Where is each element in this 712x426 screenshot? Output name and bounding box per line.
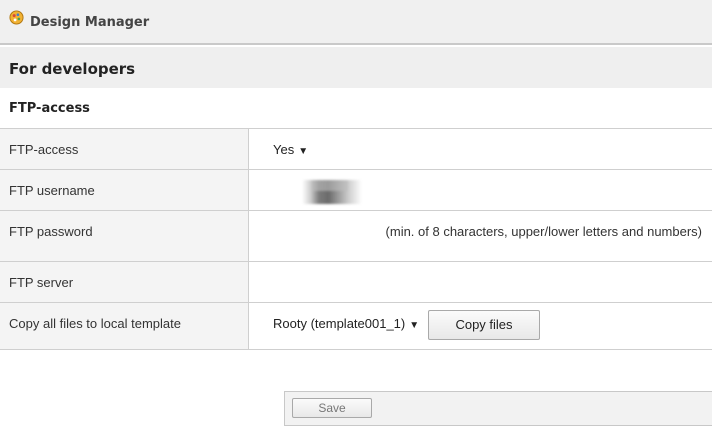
row-copy-files: Copy all files to local template Rooty (… <box>0 302 712 350</box>
triangle-down-icon: ▼ <box>409 320 420 331</box>
ftp-server-label: FTP server <box>9 275 74 290</box>
subsection-title: FTP-access <box>9 101 90 116</box>
template-select[interactable]: Rooty (template001_1) ▼ <box>273 316 419 331</box>
triangle-down-icon: ▼ <box>298 146 309 157</box>
copy-files-label: Copy all files to local template <box>9 316 181 331</box>
row-value-cell[interactable]: (min. of 8 characters, upper/lower lette… <box>250 211 712 261</box>
template-select-value: Rooty (template001_1) <box>273 316 406 331</box>
row-label-cell: Copy all files to local template <box>0 303 249 349</box>
password-hint: (min. of 8 characters, upper/lower lette… <box>385 224 702 239</box>
row-ftp-server: FTP server <box>0 261 712 302</box>
app-title: Design Manager <box>30 15 150 30</box>
section-header: For developers <box>0 47 712 88</box>
row-label-cell: FTP-access <box>0 129 249 169</box>
ftp-access-select[interactable]: Yes ▼ <box>273 142 308 157</box>
ftp-username-redacted <box>302 180 362 204</box>
section-title: For developers <box>9 60 136 78</box>
ftp-username-label: FTP username <box>9 183 95 198</box>
ftp-access-label: FTP-access <box>9 142 79 157</box>
row-ftp-username: FTP username <box>0 169 712 210</box>
row-ftp-access: FTP-access Yes ▼ <box>0 128 712 169</box>
app-titlebar: Design Manager <box>0 0 712 45</box>
palette-logo-icon <box>9 10 24 25</box>
ftp-password-label: FTP password <box>9 224 93 239</box>
row-value-cell: Rooty (template001_1) ▼ Copy files <box>250 303 712 349</box>
row-value-cell <box>250 262 712 302</box>
save-button[interactable]: Save <box>292 398 372 418</box>
row-value-cell <box>250 170 712 210</box>
copy-files-button[interactable]: Copy files <box>428 310 540 340</box>
row-label-cell: FTP username <box>0 170 249 210</box>
row-label-cell: FTP password <box>0 211 249 261</box>
row-value-cell: Yes ▼ <box>250 129 712 169</box>
row-label-cell: FTP server <box>0 262 249 302</box>
row-ftp-password: FTP password (min. of 8 characters, uppe… <box>0 210 712 261</box>
footer-bar: Save <box>284 391 712 426</box>
ftp-settings-form: FTP-access Yes ▼ FTP username FTP passwor… <box>0 128 712 350</box>
ftp-access-value: Yes <box>273 142 295 157</box>
